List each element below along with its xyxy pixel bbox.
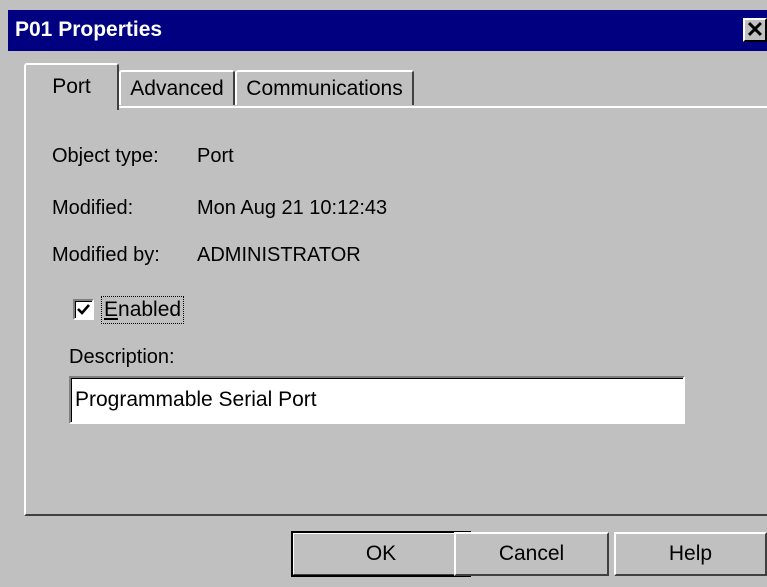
enabled-mnemonic: E: [104, 298, 119, 321]
cancel-button-label: Cancel: [498, 542, 565, 565]
title-bar[interactable]: P01 Properties ✕: [8, 10, 767, 51]
properties-dialog: P01 Properties ✕ Port Advanced Communica…: [0, 0, 767, 587]
modified-value: Mon Aug 21 10:12:43: [197, 197, 388, 219]
tab-port[interactable]: Port: [24, 63, 119, 110]
cancel-button[interactable]: Cancel: [454, 532, 609, 576]
object-type-value: Port: [197, 145, 234, 167]
modified-by-value: ADMINISTRATOR: [197, 244, 361, 266]
help-button[interactable]: Help: [614, 532, 767, 576]
window-title: P01 Properties: [15, 18, 163, 41]
enabled-label[interactable]: Enabled: [100, 296, 185, 324]
object-type-label: Object type:: [52, 145, 159, 167]
modified-label: Modified:: [52, 197, 134, 219]
check-mark-icon: [77, 304, 90, 315]
enabled-checkbox[interactable]: [73, 299, 94, 320]
close-button[interactable]: ✕: [743, 18, 767, 42]
help-button-label: Help: [668, 542, 713, 565]
description-input[interactable]: [69, 376, 685, 424]
description-label: Description:: [69, 346, 175, 368]
tab-port-label: Port: [52, 75, 91, 98]
ok-button-label: OK: [365, 542, 397, 565]
enabled-label-rest: nabled: [118, 298, 182, 321]
close-icon: ✕: [745, 17, 765, 42]
ok-button[interactable]: OK: [291, 531, 471, 577]
modified-by-label: Modified by:: [52, 244, 160, 266]
tab-communications[interactable]: Communications: [235, 70, 414, 105]
tab-communications-label: Communications: [246, 77, 403, 100]
tab-advanced[interactable]: Advanced: [119, 70, 235, 105]
tab-advanced-label: Advanced: [130, 77, 224, 100]
